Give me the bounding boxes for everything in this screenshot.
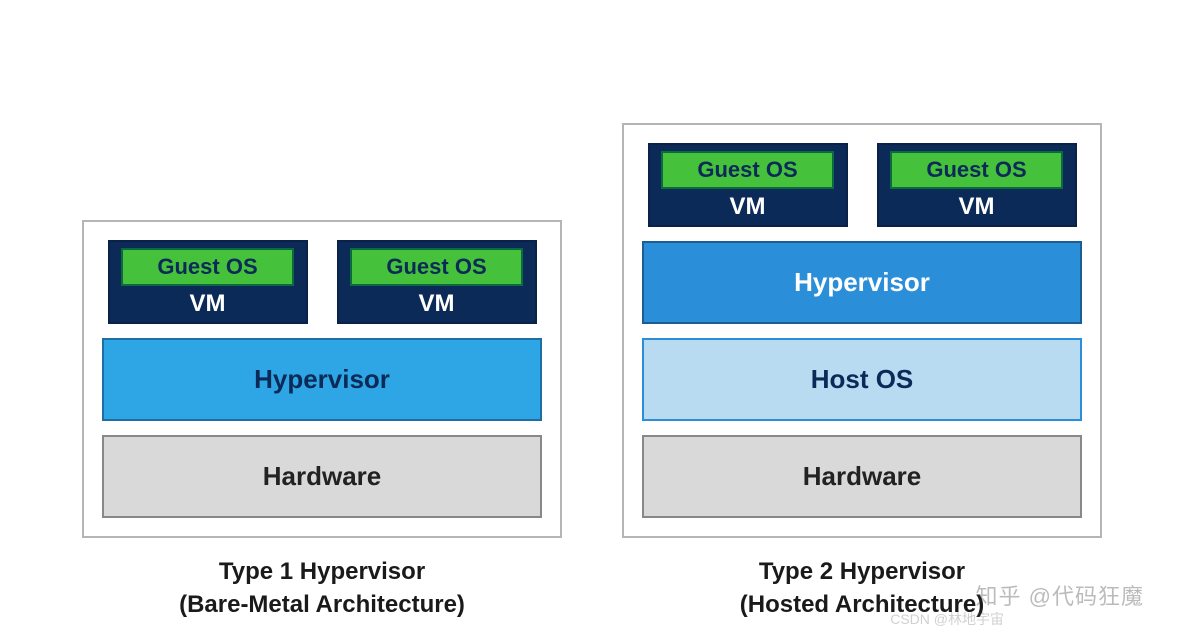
caption-line1: Type 2 Hypervisor (740, 556, 984, 588)
vm-label: VM (730, 191, 766, 221)
host-os-layer: Host OS (642, 338, 1082, 421)
guest-os-label: Guest OS (121, 248, 293, 286)
type1-caption: Type 1 Hypervisor (Bare-Metal Architectu… (179, 556, 465, 621)
vm-label: VM (959, 191, 995, 221)
watermark-zhihu: 知乎 @代码狂魔 (976, 579, 1144, 611)
caption-line1: Type 1 Hypervisor (179, 556, 465, 588)
hypervisor-layer: Hypervisor (102, 338, 542, 421)
vm-label: VM (419, 288, 455, 318)
watermark-csdn: CSDN @林地宇宙 (890, 609, 1004, 629)
hardware-layer: Hardware (102, 435, 542, 518)
vm-block: Guest OS VM (877, 143, 1077, 227)
type1-column: Guest OS VM Guest OS VM Hypervisor Hardw… (82, 220, 562, 621)
type2-box: Guest OS VM Guest OS VM Hypervisor Host … (622, 123, 1102, 538)
vm-block: Guest OS VM (648, 143, 848, 227)
caption-line2: (Bare-Metal Architecture) (179, 589, 465, 621)
type2-column: Guest OS VM Guest OS VM Hypervisor Host … (622, 123, 1102, 621)
vm-block: Guest OS VM (337, 240, 537, 324)
type2-vm-row: Guest OS VM Guest OS VM (642, 143, 1082, 227)
vm-block: Guest OS VM (108, 240, 308, 324)
guest-os-label: Guest OS (890, 151, 1062, 189)
type1-box: Guest OS VM Guest OS VM Hypervisor Hardw… (82, 220, 562, 538)
hardware-layer: Hardware (642, 435, 1082, 518)
diagram-container: Guest OS VM Guest OS VM Hypervisor Hardw… (20, 20, 1164, 621)
vm-label: VM (190, 288, 226, 318)
guest-os-label: Guest OS (350, 248, 522, 286)
type1-vm-row: Guest OS VM Guest OS VM (102, 240, 542, 324)
hypervisor-layer: Hypervisor (642, 241, 1082, 324)
guest-os-label: Guest OS (661, 151, 833, 189)
